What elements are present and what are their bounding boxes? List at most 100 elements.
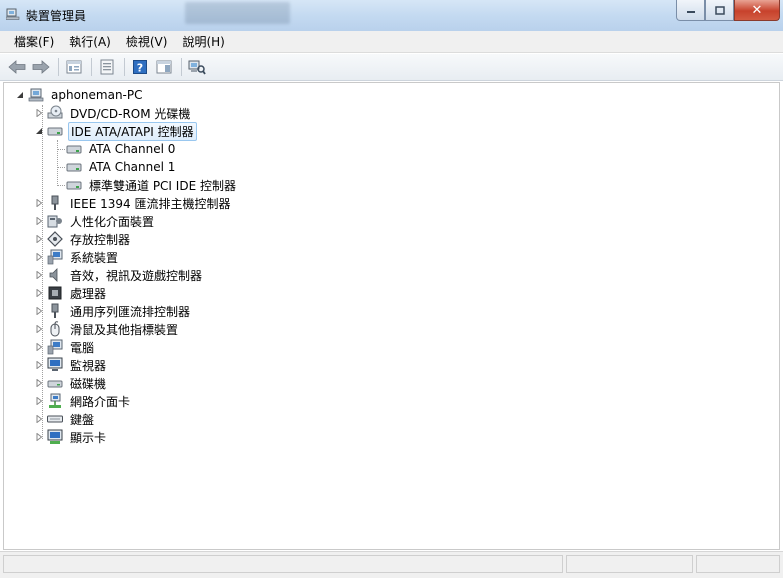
menu-bar: 檔案(F) 執行(A) 檢視(V) 說明(H) (0, 31, 783, 53)
network-adapter-icon (47, 393, 63, 409)
device-tree[interactable]: aphoneman-PC DVD/CD-ROM 光碟機 IDE ATA/ATAP… (3, 82, 780, 550)
disk-drive-icon (47, 375, 63, 391)
toolbar-separator (181, 58, 182, 76)
menu-view[interactable]: 檢視(V) (120, 33, 174, 50)
scan-hardware-icon (188, 60, 206, 75)
forward-arrow-icon (32, 60, 50, 74)
tree-child-label: ATA Channel 1 (89, 160, 176, 174)
tree-item-hid[interactable]: 人性化介面裝置 (34, 212, 156, 230)
tree-item-label: 音效，視訊及遊戲控制器 (70, 268, 203, 283)
expand-icon[interactable] (34, 288, 44, 298)
tree-item-ieee1394[interactable]: IEEE 1394 匯流排主機控制器 (34, 194, 232, 212)
tree-item-monitor[interactable]: 監視器 (34, 356, 108, 374)
tree-item-label: 顯示卡 (70, 430, 107, 445)
tree-item-label: 處理器 (70, 286, 107, 301)
expand-icon[interactable] (34, 252, 44, 262)
tree-item-label: 鍵盤 (70, 412, 95, 427)
tree-item-label: 監視器 (70, 358, 107, 373)
display-adapter-icon (47, 429, 63, 445)
show-hide-console-icon (156, 60, 172, 74)
close-button[interactable]: ✕ (734, 0, 780, 21)
tree-item-label: 人性化介面裝置 (70, 214, 155, 229)
scan-hardware-button[interactable] (186, 57, 208, 77)
expand-icon[interactable] (34, 216, 44, 226)
menu-file[interactable]: 檔案(F) (8, 33, 60, 50)
tree-child-label: 標準雙通道 PCI IDE 控制器 (89, 178, 236, 193)
computer-icon (28, 87, 44, 103)
menu-action[interactable]: 執行(A) (63, 33, 117, 50)
tree-view-button[interactable] (63, 57, 85, 77)
device-manager-icon (6, 8, 20, 20)
status-pane-tertiary (696, 555, 780, 573)
tree-item-storage-controller[interactable]: 存放控制器 (34, 230, 132, 248)
tree-guide-line (57, 167, 65, 168)
minimize-button[interactable] (676, 0, 705, 21)
tree-item-keyboard[interactable]: 鍵盤 (34, 410, 96, 428)
tree-view-icon (66, 60, 82, 74)
collapse-icon[interactable] (15, 90, 25, 100)
svg-text:?: ? (137, 62, 143, 75)
window-title: 裝置管理員 (26, 9, 87, 23)
ide-controller-icon (47, 123, 63, 139)
expand-icon[interactable] (34, 306, 44, 316)
collapse-icon[interactable] (34, 126, 44, 136)
properties-icon (100, 59, 114, 75)
title-bar[interactable]: 裝置管理員 ✕ (0, 0, 783, 32)
tree-root[interactable]: aphoneman-PC (15, 86, 145, 104)
status-pane-main (3, 555, 563, 573)
tree-child-pci-ide[interactable]: 標準雙通道 PCI IDE 控制器 (66, 176, 238, 194)
processor-icon (47, 285, 63, 301)
expand-icon[interactable] (34, 198, 44, 208)
expand-icon[interactable] (34, 270, 44, 280)
maximize-button[interactable] (705, 0, 734, 21)
tree-item-ide-controller[interactable]: IDE ATA/ATAPI 控制器 (34, 121, 197, 141)
tree-item-sound[interactable]: 音效，視訊及遊戲控制器 (34, 266, 204, 284)
tree-item-label: 磁碟機 (70, 376, 107, 391)
expand-icon[interactable] (34, 360, 44, 370)
ide-channel-icon (66, 141, 82, 157)
properties-button[interactable] (96, 57, 118, 77)
forward-button[interactable] (30, 57, 52, 77)
tree-item-usb[interactable]: 通用序列匯流排控制器 (34, 302, 192, 320)
background-window-tab (185, 2, 290, 24)
tree-item-display-adapter[interactable]: 顯示卡 (34, 428, 108, 446)
tree-item-system-devices[interactable]: 系統裝置 (34, 248, 120, 266)
tree-item-label: IDE ATA/ATAPI 控制器 (68, 121, 197, 141)
back-arrow-icon (8, 60, 26, 74)
help-button[interactable]: ? (129, 57, 151, 77)
tree-child-ata-channel-0[interactable]: ATA Channel 0 (66, 140, 177, 158)
tree-child-label: ATA Channel 0 (89, 142, 176, 156)
expand-icon[interactable] (34, 324, 44, 334)
back-button[interactable] (6, 57, 28, 77)
ide-channel-icon (66, 177, 82, 193)
tree-item-label: IEEE 1394 匯流排主機控制器 (70, 196, 231, 211)
menu-help[interactable]: 說明(H) (176, 33, 230, 50)
expand-icon[interactable] (34, 414, 44, 424)
expand-icon[interactable] (34, 108, 44, 118)
tree-item-label: 網路介面卡 (70, 394, 131, 409)
ide-channel-icon (66, 159, 82, 175)
tree-child-ata-channel-1[interactable]: ATA Channel 1 (66, 158, 177, 176)
tree-item-processor[interactable]: 處理器 (34, 284, 108, 302)
status-pane-secondary (566, 555, 693, 573)
expand-icon[interactable] (34, 342, 44, 352)
tree-item-dvd[interactable]: DVD/CD-ROM 光碟機 (34, 104, 192, 122)
expand-icon[interactable] (34, 432, 44, 442)
expand-icon[interactable] (34, 234, 44, 244)
show-hide-button[interactable] (153, 57, 175, 77)
tree-guide-line (57, 185, 65, 186)
tree-guide-line (57, 140, 58, 186)
tree-item-mouse[interactable]: 滑鼠及其他指標裝置 (34, 320, 180, 338)
expand-icon[interactable] (34, 396, 44, 406)
dvd-drive-icon (47, 105, 63, 121)
toolbar-separator (124, 58, 125, 76)
expand-icon[interactable] (34, 378, 44, 388)
tree-item-network-adapter[interactable]: 網路介面卡 (34, 392, 132, 410)
sound-icon (47, 267, 63, 283)
toolbar: ? (0, 54, 783, 81)
storage-controller-icon (47, 231, 63, 247)
usb-icon (47, 303, 63, 319)
tree-item-label: 電腦 (70, 340, 95, 355)
tree-item-disk-drive[interactable]: 磁碟機 (34, 374, 108, 392)
tree-item-computer[interactable]: 電腦 (34, 338, 96, 356)
